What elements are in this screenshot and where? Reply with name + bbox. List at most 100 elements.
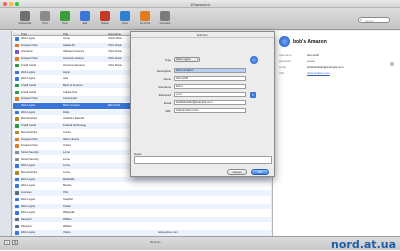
toolbar-button-2[interactable]: New [54,11,76,29]
search-field[interactable]: ⌕ Search [358,17,390,23]
sheet-field-input[interactable]: bob's Amazon [174,68,246,73]
cell-type: Frequent Flier [21,144,38,148]
cell-type: Credit Cards [21,83,37,87]
item-type-icon [15,97,19,101]
action-button[interactable]: ⚙ [12,240,18,245]
pencil-icon [80,11,90,21]
item-type-icon [15,231,19,235]
table-row[interactable]: Passport William [13,224,271,230]
cell-type: Web Logins [21,164,36,168]
cell-user: Chris Rossi [108,63,122,67]
cell-user: Chris Rossi [108,57,122,61]
cell-type: Web Logins [21,204,36,208]
edit-item-sheet: Edit Item Type Web Logins ▾ Description b… [130,31,275,177]
table-row[interactable]: Web Logins MobileMe [13,176,271,183]
toolbar-button-4[interactable]: Delete [94,11,116,29]
item-type-icon [15,77,19,81]
item-type-icon [15,83,19,88]
sheet-field-input[interactable]: bob.smith [174,76,246,81]
cell-title: American Airlines [63,57,84,61]
table-row[interactable]: Web Logins Wikipedia [13,210,271,216]
cell-type: Frequent Flier [21,97,38,101]
item-type-icon [15,150,19,155]
table-row[interactable]: Web Logins Yahoo www.yahoo.com [13,230,271,236]
sheet-field-label: Username [158,85,171,89]
toolbar-button-7[interactable]: Generate [154,11,176,29]
item-logo-icon [279,36,290,47]
ok-button[interactable]: OK [251,169,269,175]
cell-title: Federal Technology [63,124,87,128]
cell-title: Alaska Air [63,43,75,47]
cell-title: Anderle's Reward [63,117,85,121]
cell-title: Bob's Amazon [63,104,81,107]
toolbar-button-6[interactable]: Go & Fill [134,11,156,29]
cell-type: Web Logins [21,231,36,235]
toolbar-button-1[interactable]: Print [34,11,56,29]
item-type-icon [15,137,19,141]
cell-title: Allstate Insurance [63,50,85,54]
detail-field-value[interactable]: www.amazon.com [307,71,330,75]
table-row[interactable]: Licenses OSL [13,190,271,196]
type-select-value: Web Logins [176,57,191,61]
notes-field[interactable] [134,156,272,164]
sheet-field-label: Password [158,93,171,97]
cell-title: Capital One [63,90,78,94]
cell-title: Wikipedia [63,211,75,215]
sheet-field-input[interactable]: www.amazon.com [174,108,246,113]
status-bar: + ⚙ 45 items nord.at.ua [0,236,400,251]
cell-type: Frequent Flier [21,137,38,141]
table-row[interactable]: Web Logins Snapfish [13,197,271,203]
cell-type: Web Logins [21,77,36,81]
cell-type: Web Logins [21,110,36,114]
cell-title: William [63,224,72,228]
sheet-field-input[interactable]: •••••• [174,92,246,97]
cell-title: Audi [63,77,69,81]
chevron-down-icon: ▾ [196,58,198,61]
cell-type: Credit Cards [21,63,37,67]
table-row[interactable]: Web Logins Movies [13,183,271,189]
cell-title: Costco [63,130,72,134]
item-type-icon [15,57,19,61]
cell-title: MobileMe [63,177,75,181]
cell-type: Social Security [21,157,39,161]
toolbar-button-3[interactable]: Edit [74,11,96,29]
sidebar [0,31,12,236]
type-select[interactable]: Web Logins ▾ [174,57,200,62]
cancel-button[interactable]: Cancel [227,169,247,175]
detail-field-label: password [279,59,291,63]
sheet-field-input[interactable]: bobthebuilder@example.com [174,100,246,105]
gear-icon [160,11,170,21]
add-button[interactable]: + [4,240,10,245]
detail-field-value: bobthebuilder@example.com [307,65,344,69]
item-type-icon [15,197,19,202]
window-title: 1Password [190,2,210,7]
cell-type: Web Logins [21,211,36,215]
item-type-icon [15,184,19,188]
cell-type: Memberships [21,117,38,121]
table-row[interactable]: Web Logins Twitter [13,203,271,209]
toolbar-button-label: Generate [159,22,171,25]
trash-icon [100,11,110,21]
globe-icon [120,11,130,21]
sheet-field-input[interactable]: bob.s [174,84,246,89]
item-type-icon [15,37,19,41]
toolbar-button-0[interactable]: Passwords [14,11,36,29]
cell-title: Twitter [63,204,71,208]
detail-pane: bob's Amazon username bob.smith password ••… [272,31,400,236]
item-type-icon [15,130,19,135]
app-window: 1Password ⌕ Search Passwords Print New Edit… [0,0,400,251]
toolbar-button-5[interactable]: Open [114,11,136,29]
detail-field-label: URL [279,71,285,75]
toolbar-button-label: Delete [101,22,109,25]
cell-title: Lorne [63,150,70,154]
cell-title: Lorne [63,171,70,174]
cell-title: Lorne [63,164,70,168]
detail-field-label: email [279,65,286,69]
cell-type: Frequent Flier [21,43,38,47]
cell-type: Web Logins [21,37,36,40]
watermark-text: nord.at.ua [331,238,396,251]
table-row[interactable]: Passport William [13,216,271,223]
go-arrow-icon[interactable] [390,62,394,66]
cell-type: Memberships [21,171,38,174]
edit-pencil-icon[interactable]: ✎ [250,92,256,98]
